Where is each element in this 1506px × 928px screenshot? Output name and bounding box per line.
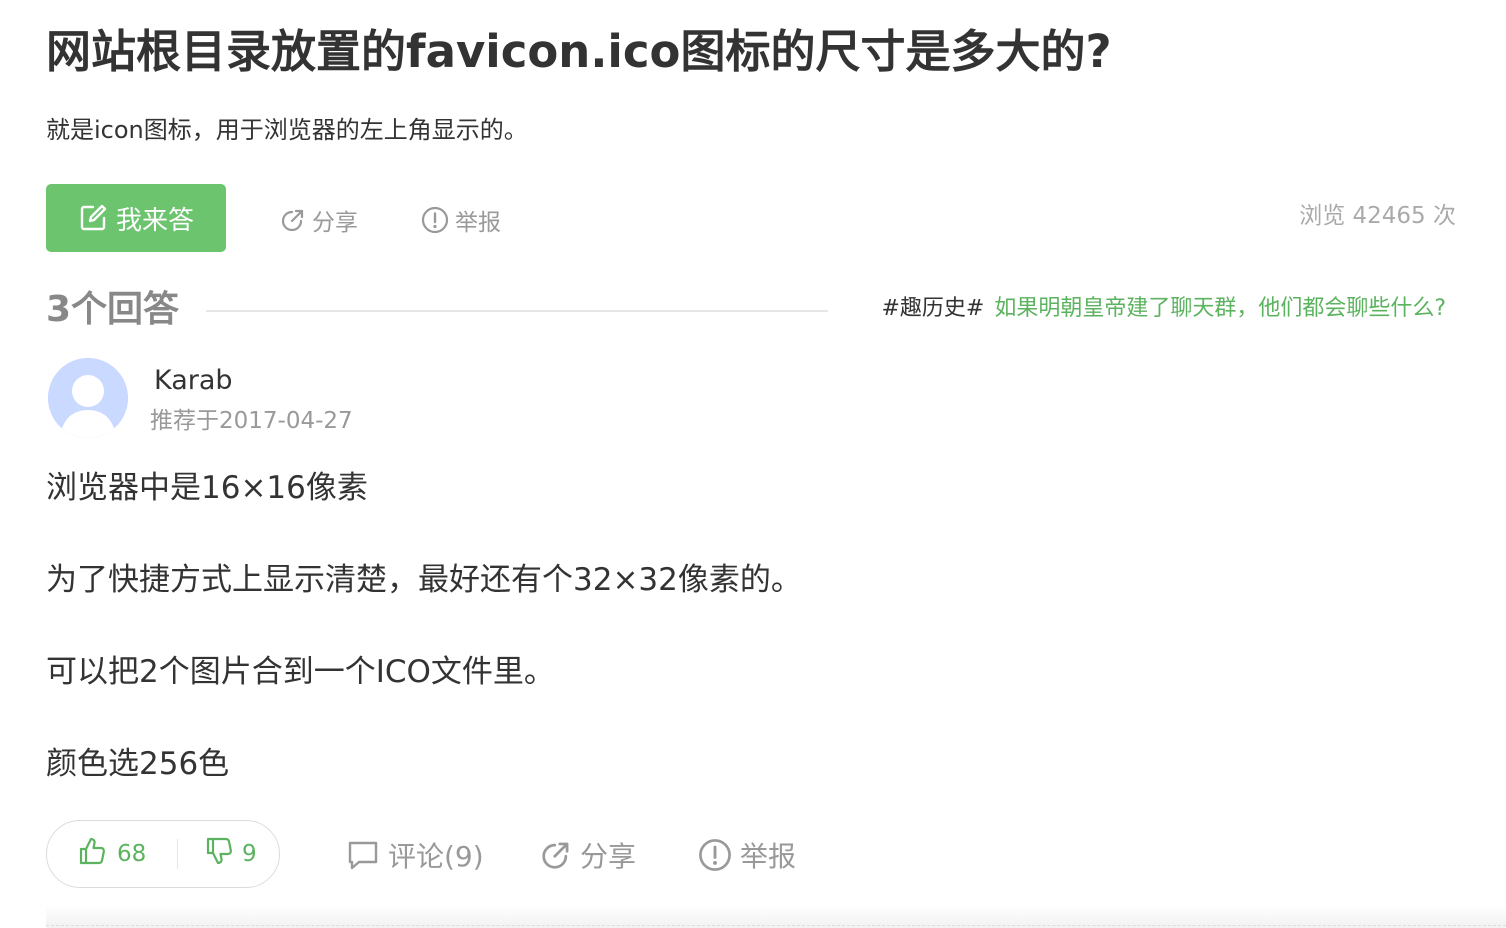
answer-button[interactable]: 我来答 [46, 184, 226, 252]
answer-report-label: 举报 [740, 840, 797, 873]
vote-box: 68 9 [46, 820, 280, 888]
answer-share-button[interactable]: 分享 [540, 834, 636, 876]
question-title: 网站根目录放置的favicon.ico图标的尺寸是多大的? [46, 25, 1112, 78]
downvote-count: 9 [242, 841, 257, 867]
answer-paragraph: 可以把2个图片合到一个ICO文件里。 [46, 654, 555, 690]
edit-icon [78, 203, 108, 233]
upvote-button[interactable]: 68 [47, 821, 177, 887]
report-icon [421, 206, 449, 234]
comment-icon [346, 839, 380, 871]
comment-label: 评论(9) [388, 840, 484, 873]
share-icon [540, 839, 572, 871]
comment-button[interactable]: 评论(9) [346, 834, 484, 876]
answer-username[interactable]: Karab [154, 362, 233, 400]
answer-paragraph: 颜色选256色 [46, 746, 230, 782]
view-count: 浏览 42465 次 [1299, 203, 1456, 229]
thumbs-up-icon [77, 836, 107, 872]
report-icon [698, 838, 732, 872]
user-avatar-icon [48, 358, 128, 438]
share-icon [280, 207, 306, 233]
section-divider [206, 310, 828, 312]
thumbs-down-icon [204, 836, 234, 872]
topic-tag[interactable]: #趣历史# [881, 296, 984, 321]
answer-button-label: 我来答 [115, 205, 194, 236]
answer-paragraph: 为了快捷方式上显示清楚，最好还有个32×32像素的。 [46, 562, 802, 598]
upvote-count: 68 [117, 841, 147, 867]
answer-paragraph: 浏览器中是16×16像素 [46, 470, 368, 506]
question-report-button[interactable]: 举报 [421, 200, 501, 240]
answer-report-button[interactable]: 举报 [698, 834, 796, 876]
topic-promo: #趣历史# 如果明朝皇帝建了聊天群，他们都会聊些什么? [881, 292, 1446, 326]
question-report-label: 举报 [455, 210, 501, 236]
answer-date: 推荐于2017-04-27 [150, 408, 353, 434]
answers-count: 3个回答 [46, 289, 180, 330]
avatar[interactable] [48, 358, 128, 438]
topic-link[interactable]: 如果明朝皇帝建了聊天群，他们都会聊些什么? [994, 296, 1446, 321]
question-share-button[interactable]: 分享 [280, 200, 358, 240]
downvote-button[interactable]: 9 [178, 821, 257, 887]
answer-separator [46, 925, 1506, 926]
answer-share-label: 分享 [580, 840, 637, 873]
question-share-label: 分享 [312, 210, 358, 236]
question-description: 就是icon图标，用于浏览器的左上角显示的。 [46, 116, 528, 144]
